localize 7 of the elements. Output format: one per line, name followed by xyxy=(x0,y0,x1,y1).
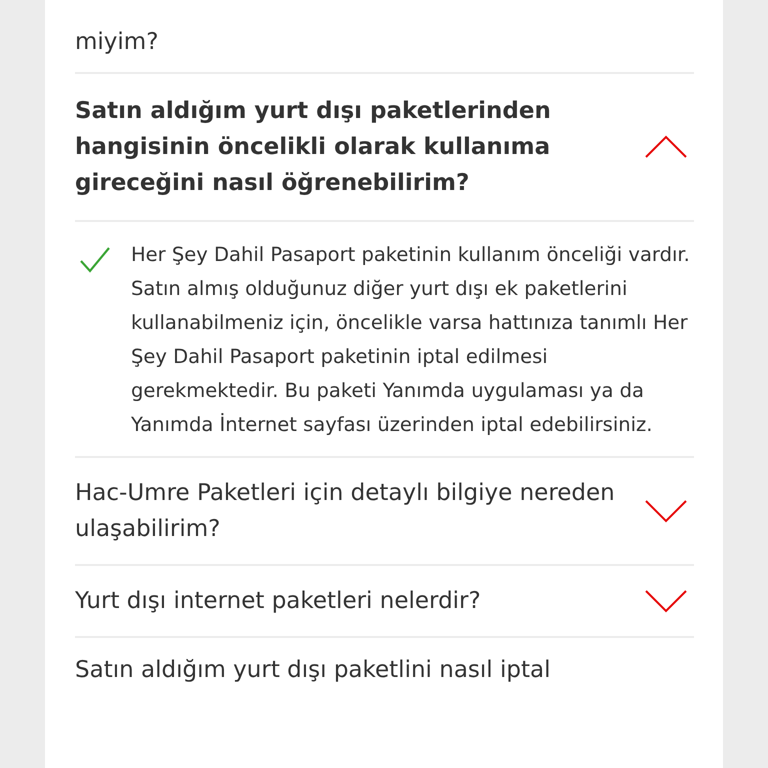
faq-question[interactable]: Hac-Umre Paketleri için detaylı bilgiye nereden ulaşabilirim? xyxy=(75,475,694,547)
faq-question[interactable]: miyim? xyxy=(75,24,158,60)
faq-answer: Her Şey Dahil Pasaport paketinin kullanım önceliği vardır. Satın almış olduğunuz diğer yurt dışı ek paketlerini kullanabilmeniz için, öncelikle varsa hattınıza tanımlı Her Şey Dahil Pasaport paketinin iptal edilmesi gerekmektedir. Bu paketi Yanımda uygulaması ya da Yanımda İnternet sayfası üzerinden iptal edebilirsiniz. xyxy=(131,242,691,438)
faq-question[interactable]: Yurt dışı internet paketleri nelerdir? xyxy=(75,583,694,619)
faq-question[interactable]: Satın aldığım yurt dışı paketlerinden hangisinin öncelikli olarak kullanıma gireceğini nasıl öğrenebilirim? xyxy=(75,91,694,203)
check-icon xyxy=(79,246,111,274)
faq-question[interactable]: Satın aldığım yurt dışı paketlini nasıl iptal xyxy=(75,652,550,688)
